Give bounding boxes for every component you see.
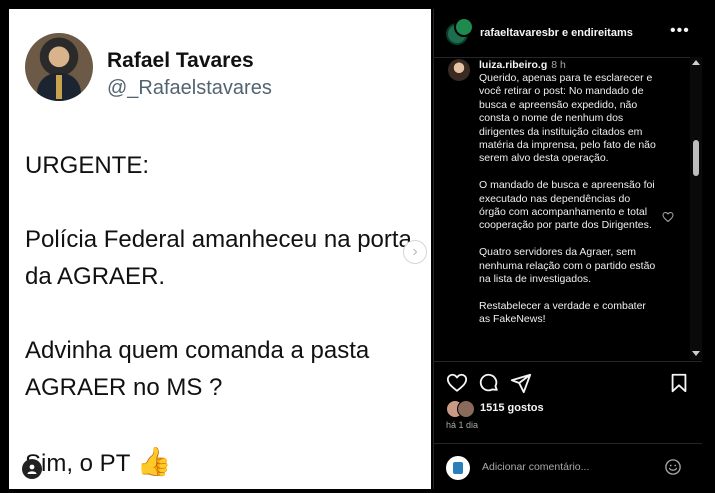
post-side-panel: rafaeltavaresbr e endireitams ••• luiza.… [433,9,702,489]
more-dots-icon: ••• [670,22,690,39]
scroll-up-arrow-icon[interactable] [692,60,700,65]
chevron-right-icon: › [412,243,418,260]
tagged-user-button[interactable] [22,459,42,479]
likes-count[interactable]: 1515 gostos [480,402,544,414]
post-date: há 1 dia [446,420,479,430]
add-comment-input[interactable] [482,457,662,477]
tweet-body: URGENTE: Polícia Federal amanheceu na po… [25,152,412,477]
comment-like-heart-icon[interactable] [662,211,674,223]
commenter-avatar[interactable] [448,59,470,81]
scroll-thumb[interactable] [693,140,699,176]
post-image: Rafael Tavares @_Rafaelstavares URGENTE:… [9,9,431,489]
tweet-text: URGENTE: Polícia Federal amanheceu na po… [25,147,420,482]
comment-text: Querido, apenas para te esclarecer e voc… [479,72,656,326]
panel-header: rafaeltavaresbr e endireitams ••• [434,9,702,58]
send-paper-plane-icon [510,373,532,394]
thumbs-up-emoji: 👍 [136,446,172,477]
comments-scrollbar[interactable] [690,57,702,360]
next-slide-button[interactable]: › [403,240,427,264]
comment-bubble-icon [479,373,498,392]
collaborator-avatar-small[interactable] [454,17,474,37]
heart-icon [446,373,468,392]
author-avatar [25,33,93,101]
instagram-post-viewer: Rafael Tavares @_Rafaelstavares URGENTE:… [0,0,715,493]
author-handle: @_Rafaelstavares [107,77,272,99]
like-button[interactable] [446,372,468,394]
comment-time: 8 h [551,59,566,71]
action-bar [434,361,702,402]
commenter-username[interactable]: luiza.ribeiro.g [479,59,547,71]
bookmark-icon [671,373,687,393]
scroll-down-arrow-icon[interactable] [692,351,700,356]
share-button[interactable] [510,372,532,394]
comment-button[interactable] [478,372,500,394]
save-button[interactable] [668,372,690,394]
add-comment-bar [434,443,702,490]
comment-header: luiza.ribeiro.g 8 h [479,59,566,71]
emoji-smiley-icon[interactable] [664,458,682,476]
current-user-avatar [446,456,470,480]
user-icon [27,464,37,474]
liker-avatar [457,400,475,418]
more-options-button[interactable]: ••• [670,22,690,40]
comments-section: luiza.ribeiro.g 8 h Querido, apenas para … [434,57,690,360]
header-usernames[interactable]: rafaeltavaresbr e endireitams [480,27,633,39]
author-name: Rafael Tavares [107,49,254,72]
